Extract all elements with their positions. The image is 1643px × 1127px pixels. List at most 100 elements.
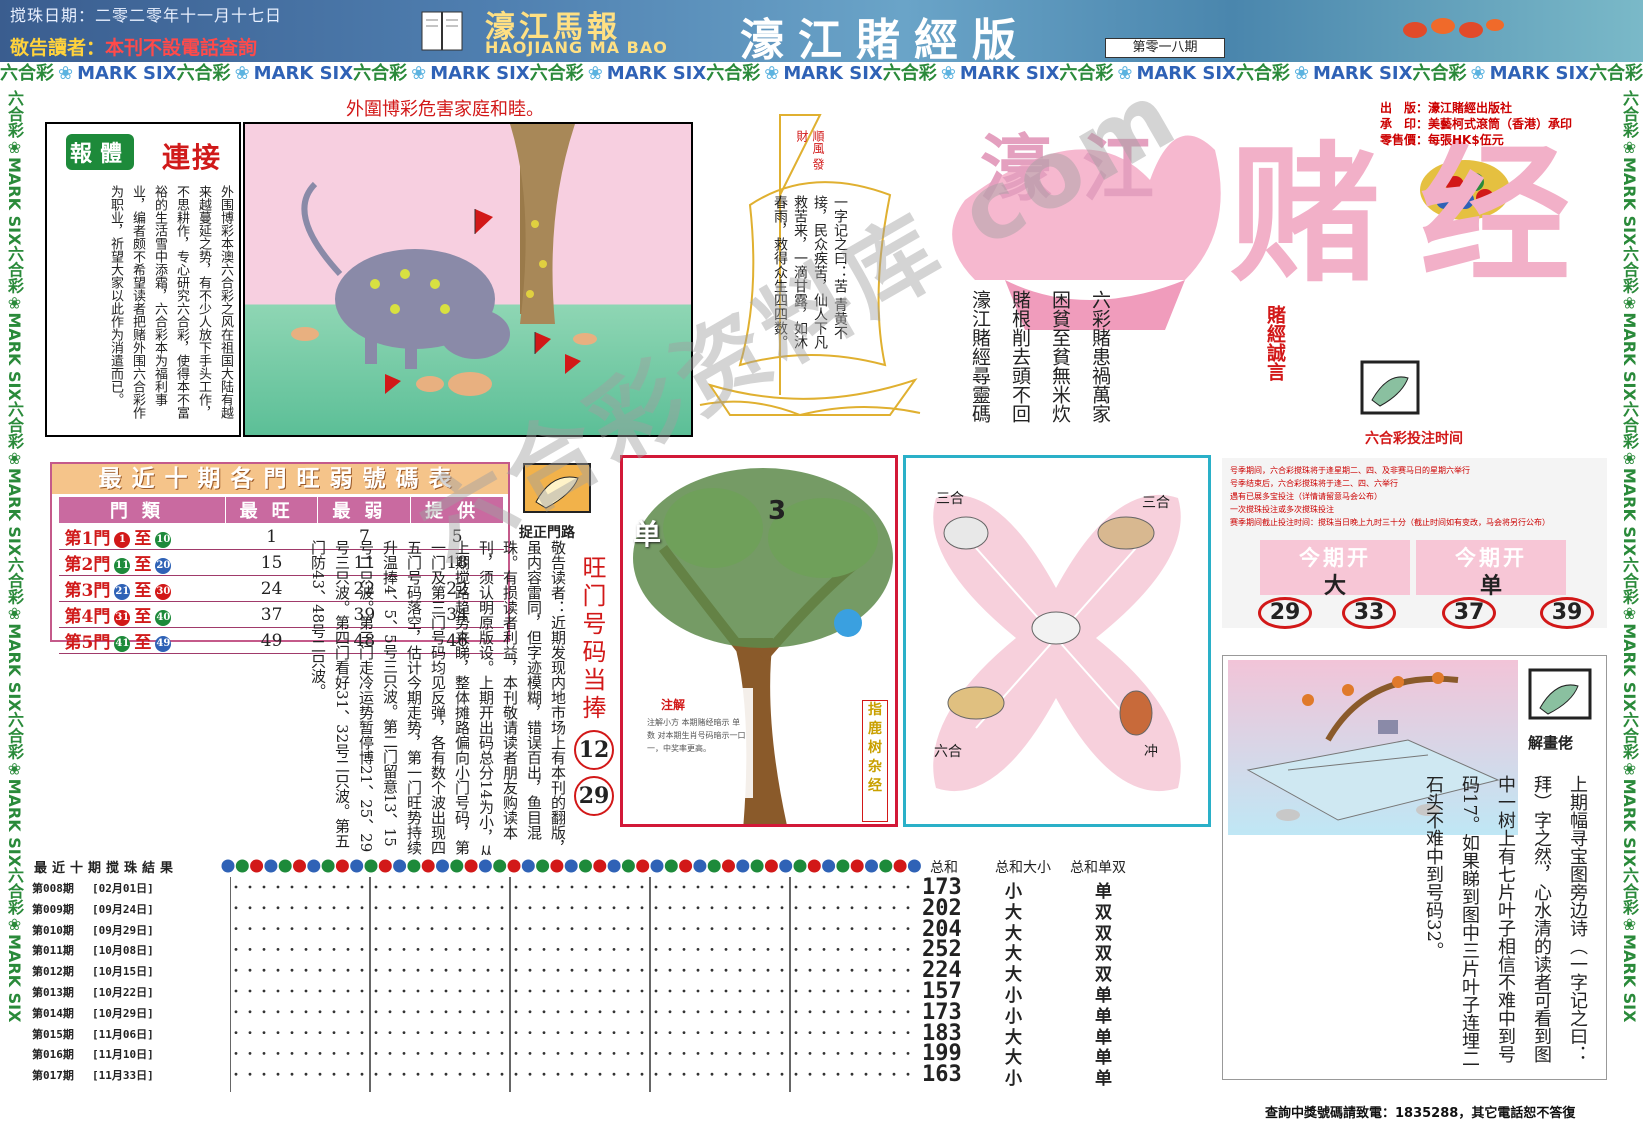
number-ball-14 bbox=[407, 859, 421, 873]
number-ball-38 bbox=[750, 859, 764, 873]
number-ball-28 bbox=[607, 859, 621, 873]
draw-dot-grid bbox=[230, 877, 910, 1092]
strip-cn-label: 六合彩 bbox=[1620, 400, 1639, 449]
edition-title: 濠江賭經版 bbox=[740, 15, 1030, 66]
open-size-box: 今期开 大 bbox=[1260, 540, 1410, 599]
flower-icon: ❀ bbox=[764, 63, 780, 84]
number-ball-6 bbox=[293, 859, 306, 873]
number-ball-scale bbox=[221, 859, 921, 873]
strip-cn-label: 六合彩 bbox=[882, 63, 937, 84]
zodiac-label-bottom-left: 六合 bbox=[934, 744, 962, 760]
zodiac-label-bottom-right: 冲 bbox=[1144, 744, 1158, 760]
poem-line: 濠江賭經尋靈碼 bbox=[969, 290, 991, 423]
number-ball-27 bbox=[593, 859, 607, 873]
open-size-value: 大 bbox=[1323, 574, 1346, 599]
draw-date-cell: [10月22日] bbox=[92, 986, 154, 999]
open-number: 37 bbox=[1442, 597, 1496, 629]
masthead: 搅珠日期：二零二零年十一月十七日 敬告讀者：本刊不設電話查詢 濠江馬報 HAOJ… bbox=[0, 0, 1643, 66]
tree-hint-left: 单 bbox=[633, 518, 662, 551]
reader-notice-body: 本刊不設電話查詢 bbox=[105, 37, 258, 59]
poem-line: 困貧至貧無米炊 bbox=[1049, 290, 1071, 423]
tree-caption: 注解小方 本期赌经暗示 单数 对本期生肖号码暗示一口一，中奖率更高。 bbox=[647, 718, 746, 753]
tree-hint-top: 3 bbox=[768, 496, 787, 526]
sum-header: 总和 bbox=[930, 860, 958, 876]
poem-line: 賭根削去頭不回 bbox=[1009, 290, 1031, 423]
open-number: 29 bbox=[1258, 597, 1312, 629]
flower-icon: ❀ bbox=[587, 63, 603, 84]
number-ball-23 bbox=[536, 859, 550, 873]
number-ball-25 bbox=[564, 859, 578, 873]
size-header: 总和大小 bbox=[995, 860, 1051, 876]
draw-issue: 第013期 bbox=[32, 986, 74, 999]
zodiac-label-top-right: 三合 bbox=[1142, 495, 1170, 511]
rule-line: 号季期间，六合彩搅珠将于逢星期二、四、及非赛马日的星期六举行 bbox=[1230, 466, 1470, 475]
strip-cn-label: 六合彩 bbox=[5, 245, 24, 294]
number-ball-17 bbox=[450, 859, 464, 873]
flower-icon: ❀ bbox=[940, 63, 956, 84]
draw-issue: 第012期 bbox=[32, 965, 74, 979]
number-ball-36 bbox=[722, 859, 735, 873]
flower-icon: ❀ bbox=[1293, 63, 1310, 84]
number-ball-8 bbox=[321, 859, 335, 873]
hand-icon bbox=[1360, 360, 1420, 415]
rule-line: 遇有已展多宝投注（详情请留意马会公布） bbox=[1230, 492, 1382, 501]
strip-cn-label: 六合彩 bbox=[1589, 63, 1643, 84]
strip-cn-label: 六合彩 bbox=[1235, 63, 1290, 84]
flower-icon: ❀ bbox=[1620, 604, 1639, 624]
number-ball-26 bbox=[579, 859, 592, 873]
last-ten-draws-chart: 最近十期搅珠結果 总和 总和大小 总和单双 第008期 [02月01日] 173 小单… bbox=[30, 855, 1210, 1095]
gate-tip-number: 12 bbox=[574, 730, 614, 770]
number-ball-48 bbox=[893, 859, 907, 873]
number-ball-9 bbox=[335, 859, 349, 873]
rule-line: 赛季期间截止投注时间：搅珠当日晚上九时三十分（截止时间如有变改，马会将另行公布） bbox=[1230, 518, 1550, 527]
draws-chart-title: 最近十期搅珠結果 bbox=[34, 861, 179, 876]
strip-en-label: MARK SIX bbox=[253, 63, 354, 84]
number-ball-16 bbox=[436, 859, 449, 873]
gate-table-header: 最弱 bbox=[317, 496, 412, 524]
link-article-text: 外围博彩本澳六合彩之风在祖国大陆有越来越蔓延之势，有不少人放下手头工作，不思耕作… bbox=[108, 185, 233, 419]
number-ball-2 bbox=[235, 859, 249, 873]
tree-label: 指鹿树杂经 bbox=[862, 700, 888, 822]
flower-icon: ❀ bbox=[1620, 448, 1639, 468]
number-ball-37 bbox=[736, 859, 750, 873]
number-ball-39 bbox=[764, 859, 778, 873]
open-number: 33 bbox=[1342, 597, 1396, 629]
draw-parity: 单 bbox=[1095, 1069, 1112, 1090]
number-ball-5 bbox=[278, 859, 292, 873]
number-ball-10 bbox=[350, 859, 364, 873]
draw-issue: 第010期 bbox=[32, 923, 74, 937]
title-line-2: 赌经 bbox=[1230, 127, 1611, 303]
draw-date-cell: [10月29日] bbox=[92, 1006, 154, 1020]
zodiac-label-top-left: 三合 bbox=[936, 491, 964, 507]
draw-sum: 163 bbox=[922, 1062, 962, 1088]
strip-cn-label: 六合彩 bbox=[176, 63, 231, 84]
left-marquee-strip: 六合彩❀MARK SIX六合彩❀MARK SIX六合彩❀MARK SIX六合彩❀… bbox=[2, 90, 26, 1090]
flower-icon: ❀ bbox=[5, 915, 24, 935]
gate-table-header: 最旺 bbox=[224, 496, 319, 524]
rule-line: 号季结束后，六合彩搅珠将于逢二、四、六举行 bbox=[1230, 479, 1398, 488]
tree-puzzle-box: 单 3 注解 注解小方 本期赌经暗示 单数 对本期生肖号码暗示一口一，中奖率更高… bbox=[620, 455, 898, 827]
flower-icon: ❀ bbox=[1470, 63, 1486, 84]
printer-line: 承 印：美藝柯式滾筒（香港）承印 bbox=[1380, 117, 1573, 131]
number-ball-42 bbox=[807, 859, 821, 873]
poem-note: 賭經誠言 bbox=[1264, 305, 1286, 381]
strip-cn-label: 六合彩 bbox=[1620, 556, 1639, 605]
goldfish-icon bbox=[1403, 18, 1504, 38]
number-ball-31 bbox=[650, 859, 664, 873]
strip-en-label: MARK SIX bbox=[1313, 63, 1413, 84]
draw-issue: 第015期 bbox=[32, 1027, 74, 1041]
number-ball-45 bbox=[850, 859, 864, 873]
strip-en-label: MARK SIX bbox=[1489, 63, 1590, 84]
flower-icon: ❀ bbox=[234, 63, 250, 84]
number-ball-46 bbox=[865, 859, 878, 873]
draw-date: 搅珠日期：二零二零年十一月十七日 bbox=[10, 6, 283, 25]
flower-icon: ❀ bbox=[58, 63, 74, 84]
draw-issue: 第016期 bbox=[32, 1048, 74, 1062]
riddle-text: 上期幅寻宝图旁边诗（一字记之曰：拜）字之然，心水清的读者可看到图中一树上有七片叶… bbox=[1423, 775, 1588, 1068]
draw-date-cell: [10月08日] bbox=[92, 944, 154, 958]
strip-en-label: MARK SIX bbox=[5, 312, 24, 401]
open-parity-value: 单 bbox=[1479, 574, 1502, 599]
number-ball-20 bbox=[493, 859, 507, 873]
number-ball-32 bbox=[664, 859, 678, 873]
link-badge-label: 報體 bbox=[66, 134, 135, 170]
